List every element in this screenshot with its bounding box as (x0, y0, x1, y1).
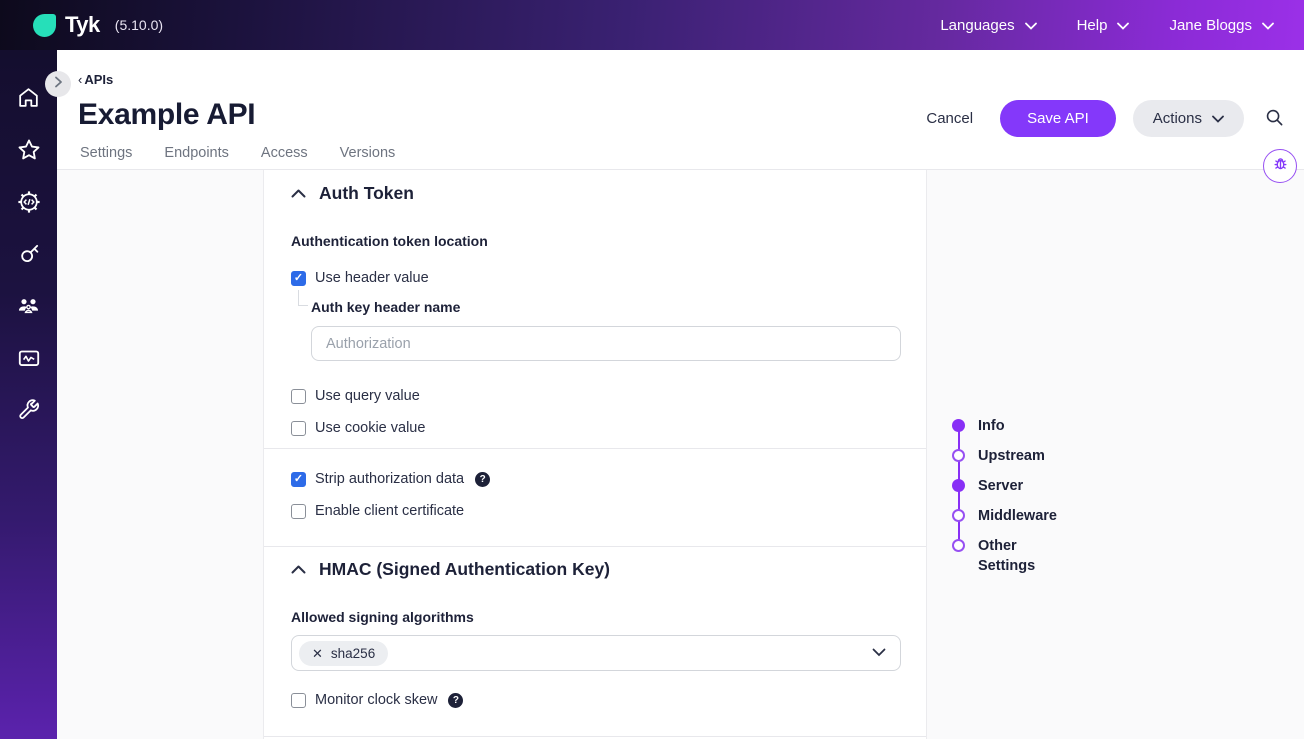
sidebar-item-tools[interactable] (16, 399, 42, 425)
page-header: ‹ APIs Example API Settings Endpoints Ac… (57, 50, 1304, 170)
auth-token-section-toggle[interactable]: Auth Token (291, 183, 899, 204)
auth-key-header-name-input[interactable] (311, 326, 901, 361)
auth-key-header-name-label: Auth key header name (311, 299, 899, 315)
stepper-item-server[interactable]: Server (952, 478, 1092, 508)
tab-bar: Settings Endpoints Access Versions (80, 145, 395, 161)
wrench-icon (16, 397, 41, 427)
use-cookie-label: Use cookie value (315, 420, 425, 436)
use-cookie-checkbox[interactable] (291, 421, 306, 436)
sidebar-nav (0, 50, 57, 739)
bug-icon (1272, 155, 1289, 177)
use-query-label: Use query value (315, 388, 420, 404)
use-header-checkbox[interactable] (291, 271, 306, 286)
tab-settings[interactable]: Settings (80, 145, 132, 161)
monitor-clock-skew-label: Monitor clock skew (315, 692, 437, 708)
sidebar-item-apis[interactable] (16, 191, 42, 217)
strip-authorization-label: Strip authorization data (315, 471, 464, 487)
stepper-dot-filled (952, 479, 965, 492)
stepper-item-middleware[interactable]: Middleware (952, 508, 1092, 538)
monitor-activity-icon (16, 345, 42, 376)
hmac-section: HMAC (Signed Authentication Key) Allowed… (264, 546, 926, 737)
use-query-checkbox[interactable] (291, 389, 306, 404)
tab-versions[interactable]: Versions (340, 145, 396, 161)
chevron-right-icon (54, 75, 63, 93)
topbar: Tyk (5.10.0) Languages Help Jane Bloggs (0, 0, 1304, 50)
version-label: (5.10.0) (115, 17, 163, 33)
breadcrumb[interactable]: ‹ APIs (78, 72, 113, 87)
section-stepper: Info Upstream Server Middleware Other Se… (952, 418, 1092, 588)
user-menu[interactable]: Jane Bloggs (1169, 17, 1274, 34)
algorithm-tag-label: sha256 (331, 646, 375, 661)
help-icon[interactable]: ? (448, 693, 463, 708)
breadcrumb-label: APIs (84, 72, 113, 87)
use-header-label: Use header value (315, 270, 429, 286)
stepper-dot-hollow (952, 539, 965, 552)
enable-client-certificate-checkbox[interactable] (291, 504, 306, 519)
tyk-logo[interactable]: Tyk (5.10.0) (33, 12, 163, 38)
help-menu-label: Help (1077, 17, 1108, 34)
search-button[interactable] (1261, 104, 1288, 134)
chevron-down-icon (1117, 17, 1129, 34)
help-icon[interactable]: ? (475, 472, 490, 487)
tab-endpoints[interactable]: Endpoints (164, 145, 229, 161)
settings-panel: Auth Token Authentication token location… (263, 170, 927, 739)
signing-algorithms-label: Allowed signing algorithms (291, 609, 899, 625)
auth-options-section: Strip authorization data ? Enable client… (264, 448, 926, 546)
auth-token-section-title: Auth Token (319, 183, 414, 204)
actions-button[interactable]: Actions (1133, 100, 1244, 137)
hmac-section-title: HMAC (Signed Authentication Key) (319, 559, 610, 580)
gear-code-icon (16, 189, 42, 220)
search-icon (1265, 108, 1284, 130)
stepper-dot-hollow (952, 509, 965, 522)
tyk-logo-text: Tyk (65, 12, 100, 38)
key-icon (16, 241, 42, 272)
languages-menu[interactable]: Languages (940, 17, 1036, 34)
tyk-logo-icon (33, 14, 56, 37)
enable-client-certificate-label: Enable client certificate (315, 503, 464, 519)
chevron-up-icon (291, 185, 306, 203)
chevron-left-icon: ‹ (78, 72, 82, 87)
chevron-up-icon (291, 561, 306, 579)
token-location-label: Authentication token location (291, 233, 899, 249)
hmac-section-toggle[interactable]: HMAC (Signed Authentication Key) (291, 559, 899, 580)
stepper-item-info[interactable]: Info (952, 418, 1092, 448)
save-api-button[interactable]: Save API (1000, 100, 1116, 137)
cancel-button[interactable]: Cancel (916, 102, 983, 135)
strip-authorization-checkbox[interactable] (291, 472, 306, 487)
stepper-item-other-settings[interactable]: Other Settings (952, 538, 1092, 588)
sidebar-item-users[interactable] (16, 295, 42, 321)
main-content: Auth Token Authentication token location… (57, 170, 1304, 739)
sidebar-item-keys[interactable] (16, 243, 42, 269)
stepper-item-upstream[interactable]: Upstream (952, 448, 1092, 478)
signing-algorithms-select[interactable]: ✕ sha256 (291, 635, 901, 671)
sidebar-collapse-button[interactable] (45, 71, 71, 97)
languages-menu-label: Languages (940, 17, 1014, 34)
chevron-down-icon (1025, 17, 1037, 34)
debug-button[interactable] (1263, 149, 1297, 183)
chevron-down-icon (1262, 17, 1274, 34)
page-title: Example API (78, 98, 255, 132)
actions-button-label: Actions (1153, 110, 1202, 127)
stepper-dot-hollow (952, 449, 965, 462)
home-icon (16, 85, 41, 115)
tab-access[interactable]: Access (261, 145, 308, 161)
chevron-down-icon (1212, 110, 1224, 127)
monitor-clock-skew-checkbox[interactable] (291, 693, 306, 708)
auth-token-section: Auth Token Authentication token location… (264, 170, 926, 448)
sidebar-item-monitoring[interactable] (16, 347, 42, 373)
user-menu-label: Jane Bloggs (1169, 17, 1252, 34)
remove-tag-icon[interactable]: ✕ (312, 647, 323, 660)
help-menu[interactable]: Help (1077, 17, 1130, 34)
sidebar-item-favorites[interactable] (16, 139, 42, 165)
stepper-dot-filled (952, 419, 965, 432)
chevron-down-icon (872, 644, 886, 662)
users-icon (15, 292, 42, 324)
star-icon (16, 137, 42, 168)
algorithm-tag: ✕ sha256 (299, 641, 388, 666)
sidebar-item-home[interactable] (16, 87, 42, 113)
